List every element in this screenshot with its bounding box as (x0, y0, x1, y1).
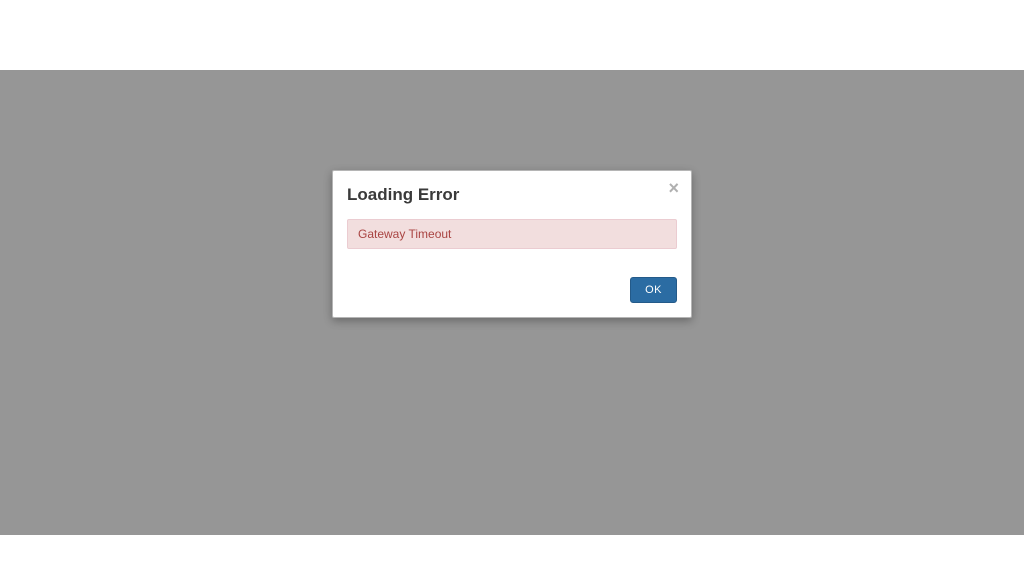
modal-footer: OK (347, 277, 677, 303)
error-modal: × Loading Error Gateway Timeout OK (332, 170, 692, 318)
close-button[interactable]: × (668, 179, 679, 197)
ok-button[interactable]: OK (630, 277, 677, 303)
page-wrapper: × Loading Error Gateway Timeout OK (0, 0, 1024, 576)
close-icon: × (668, 178, 679, 198)
modal-title: Loading Error (347, 185, 677, 205)
modal-overlay: × Loading Error Gateway Timeout OK (0, 70, 1024, 535)
error-message: Gateway Timeout (347, 219, 677, 249)
